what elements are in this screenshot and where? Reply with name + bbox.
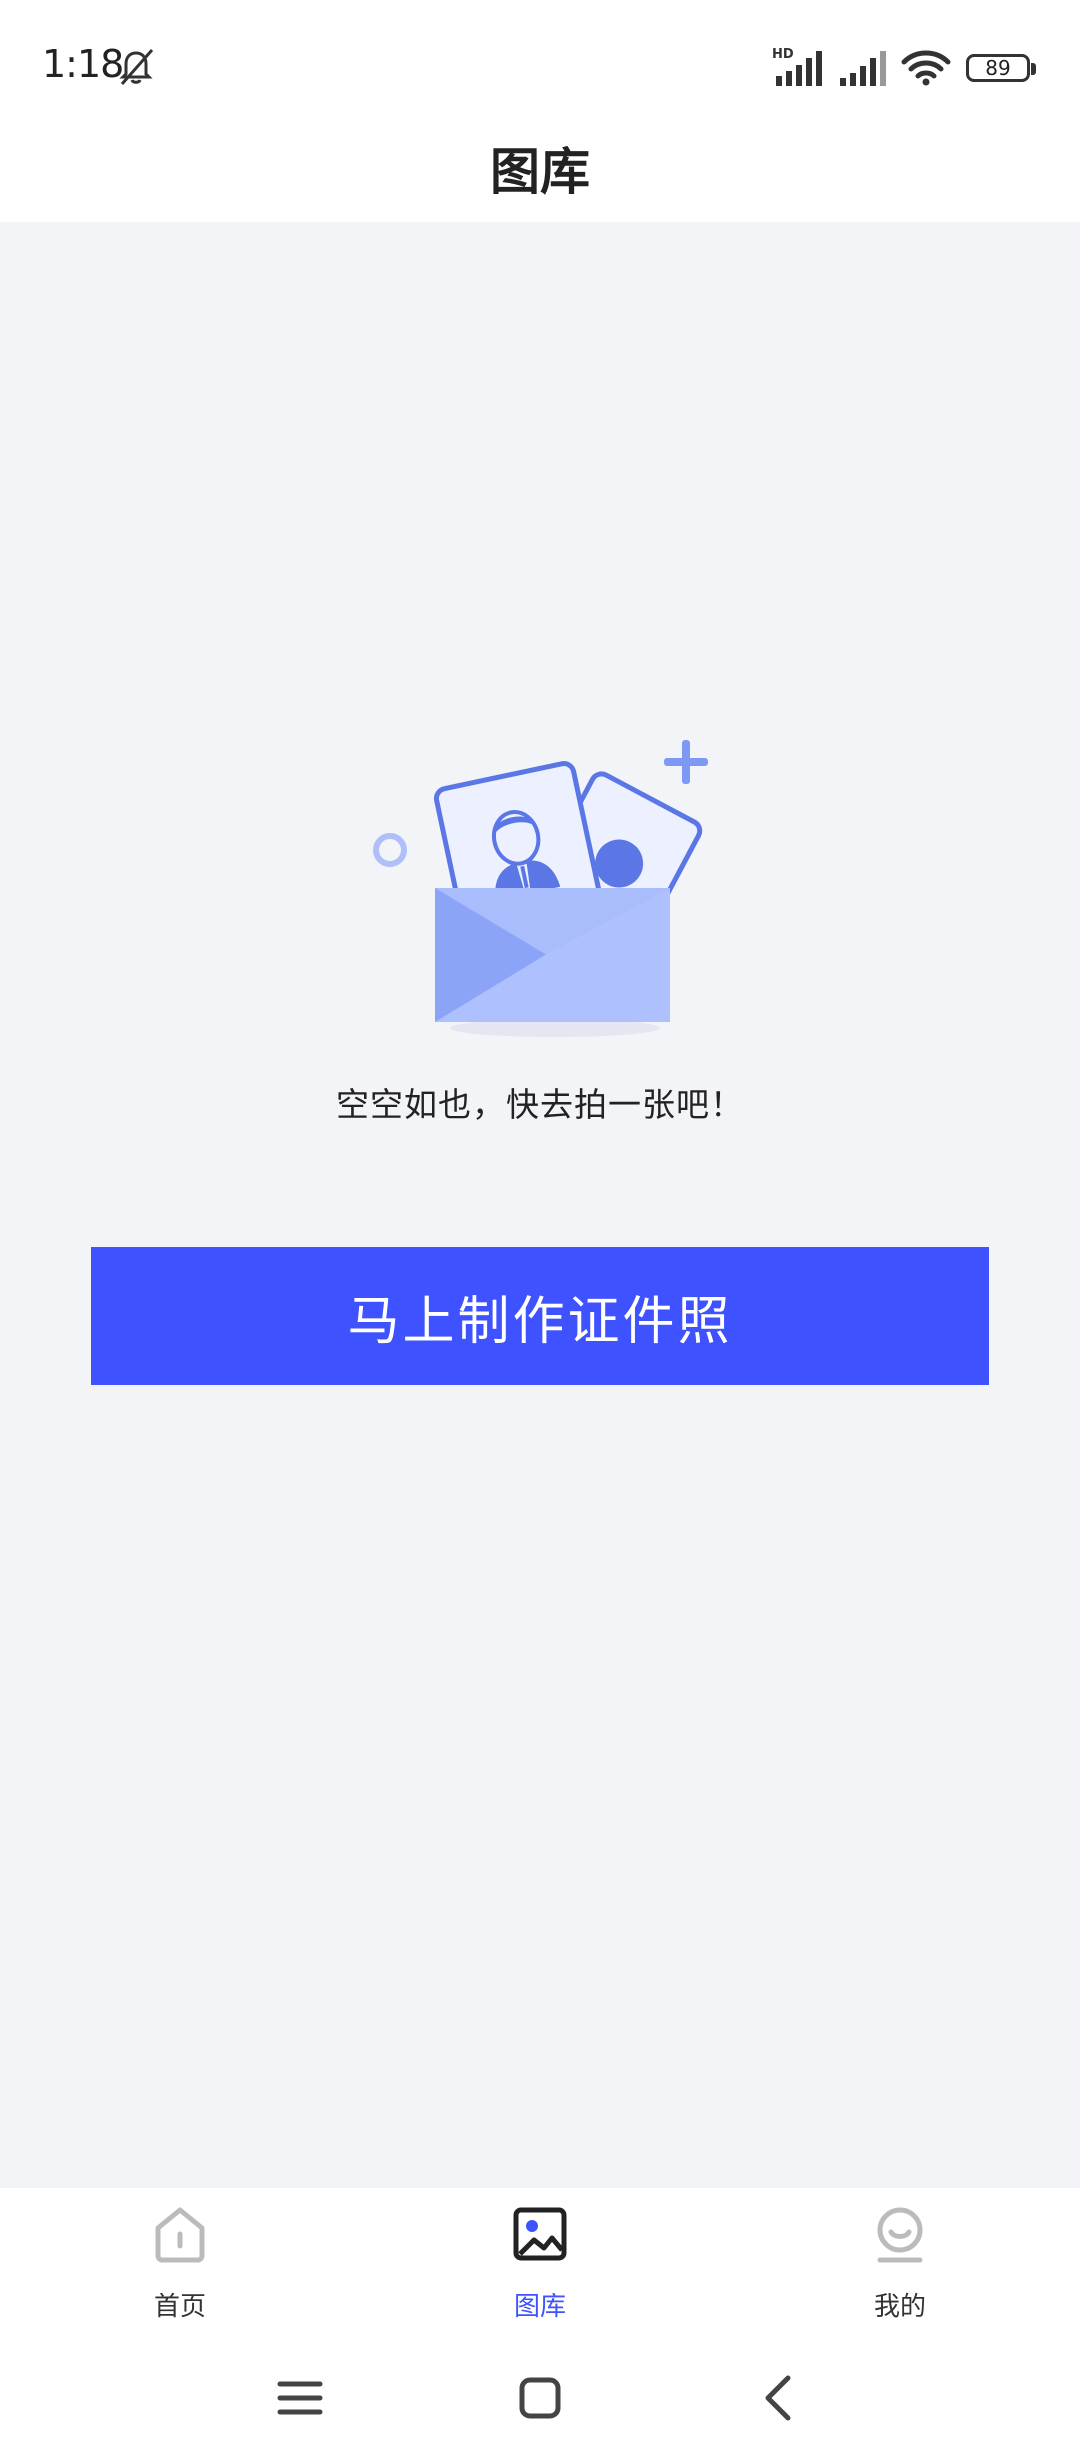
system-navigation-bar (0, 2338, 1080, 2460)
tab-profile-label: 我的 (873, 2292, 926, 2322)
back-icon[interactable] (750, 2368, 810, 2428)
make-id-photo-button[interactable]: 马上制作证件照 (91, 1247, 989, 1385)
battery-indicator: 89 (966, 54, 1030, 82)
tab-gallery-label: 图库 (513, 2292, 566, 2322)
gallery-icon (513, 2207, 567, 2261)
status-bar: 1:18 HD 89 (0, 0, 1080, 130)
page-title: 图库 (490, 143, 590, 201)
tab-profile[interactable]: 我的 (800, 2188, 1000, 2338)
signal-hd-label: HD (772, 47, 794, 62)
signal-icon (840, 51, 886, 86)
tab-home-label: 首页 (153, 2292, 206, 2322)
empty-state-message: 空空如也，快去拍一张吧！ (336, 1085, 744, 1124)
tab-gallery[interactable]: 图库 (440, 2188, 640, 2338)
wifi-icon (901, 50, 951, 86)
menu-icon[interactable] (270, 2368, 330, 2428)
tab-home[interactable]: 首页 (80, 2188, 280, 2338)
bottom-tab-bar: 首页 图库 我的 (0, 2188, 1080, 2338)
home-icon (155, 2207, 205, 2263)
profile-icon (877, 2207, 923, 2263)
battery-tip (1031, 63, 1036, 75)
status-time: 1:18 (42, 42, 124, 86)
signal-hd-icon: HD (772, 47, 822, 86)
title-bar: 图库 (0, 118, 1080, 222)
home-square-icon[interactable] (510, 2368, 570, 2428)
notifications-muted-icon (119, 49, 154, 85)
empty-gallery-illustration (373, 740, 708, 1037)
